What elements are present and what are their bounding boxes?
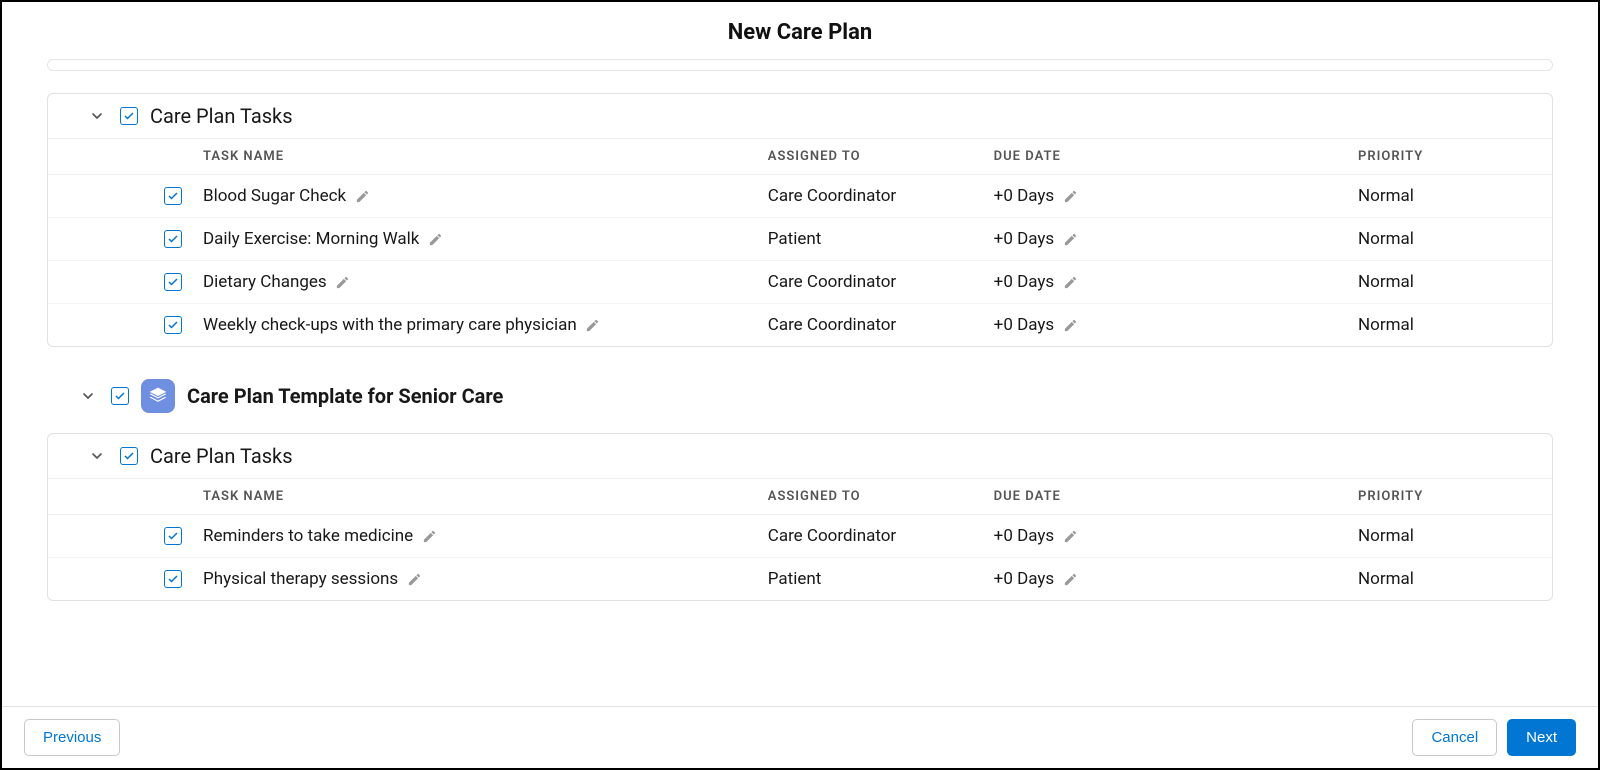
pencil-icon[interactable] xyxy=(585,317,601,333)
priority: Normal xyxy=(1358,526,1522,546)
assigned-to: Patient xyxy=(768,229,994,249)
task-name: Reminders to take medicine xyxy=(203,526,413,546)
priority: Normal xyxy=(1358,272,1522,292)
pencil-icon[interactable] xyxy=(335,274,351,290)
task-rows: Blood Sugar CheckCare Coordinator+0 Days… xyxy=(48,175,1552,346)
task-name: Physical therapy sessions xyxy=(203,569,398,589)
layers-icon xyxy=(141,379,175,413)
pencil-icon[interactable] xyxy=(1062,188,1078,204)
row-select-checkbox[interactable] xyxy=(164,187,182,205)
table-row: Blood Sugar Check Care Coordinator+0 Days… xyxy=(48,175,1552,218)
table-row: Weekly check-ups with the primary care p… xyxy=(48,304,1552,346)
section-select-checkbox[interactable] xyxy=(120,447,138,465)
table-row: Reminders to take medicine Care Coordinat… xyxy=(48,515,1552,558)
due-date: +0 Days xyxy=(994,272,1055,292)
cancel-button[interactable]: Cancel xyxy=(1412,719,1497,756)
assigned-to: Patient xyxy=(768,569,994,589)
col-priority: PRIORITY xyxy=(1358,489,1522,504)
section-title: Care Plan Tasks xyxy=(150,104,293,128)
task-name: Weekly check-ups with the primary care p… xyxy=(203,315,577,335)
section-header: Care Plan Tasks xyxy=(48,94,1552,139)
pencil-icon[interactable] xyxy=(1062,317,1078,333)
pencil-icon[interactable] xyxy=(421,528,437,544)
priority: Normal xyxy=(1358,186,1522,206)
assigned-to: Care Coordinator xyxy=(768,186,994,206)
row-select-checkbox[interactable] xyxy=(164,273,182,291)
template-header-senior-care: Care Plan Template for Senior Care xyxy=(47,369,1553,423)
task-name: Blood Sugar Check xyxy=(203,186,346,206)
table-row: Physical therapy sessions Patient+0 Days N… xyxy=(48,558,1552,600)
chevron-down-icon[interactable] xyxy=(86,445,108,467)
previous-card-fragment xyxy=(47,59,1553,71)
columns-header: TASK NAME ASSIGNED TO DUE DATE PRIORITY xyxy=(48,479,1552,515)
row-select-checkbox[interactable] xyxy=(164,570,182,588)
col-task-name: TASK NAME xyxy=(203,489,768,504)
chevron-down-icon[interactable] xyxy=(86,105,108,127)
pencil-icon[interactable] xyxy=(406,571,422,587)
pencil-icon[interactable] xyxy=(1062,231,1078,247)
task-rows: Reminders to take medicine Care Coordinat… xyxy=(48,515,1552,600)
priority: Normal xyxy=(1358,229,1522,249)
pencil-icon[interactable] xyxy=(1062,528,1078,544)
next-button[interactable]: Next xyxy=(1507,719,1576,756)
columns-header: TASK NAME ASSIGNED TO DUE DATE PRIORITY xyxy=(48,139,1552,175)
content-scroll[interactable]: Care Plan Tasks TASK NAME ASSIGNED TO DU… xyxy=(2,59,1598,706)
due-date: +0 Days xyxy=(994,569,1055,589)
template-select-checkbox[interactable] xyxy=(111,387,129,405)
priority: Normal xyxy=(1358,315,1522,335)
assigned-to: Care Coordinator xyxy=(768,526,994,546)
section-title: Care Plan Tasks xyxy=(150,444,293,468)
template-title: Care Plan Template for Senior Care xyxy=(187,384,503,408)
care-plan-tasks-card-2: Care Plan Tasks TASK NAME ASSIGNED TO DU… xyxy=(47,433,1553,601)
row-select-checkbox[interactable] xyxy=(164,230,182,248)
modal-footer: Previous Cancel Next xyxy=(2,706,1598,768)
section-header: Care Plan Tasks xyxy=(48,434,1552,479)
page-title: New Care Plan xyxy=(2,2,1598,59)
col-task-name: TASK NAME xyxy=(203,149,768,164)
due-date: +0 Days xyxy=(994,186,1055,206)
assigned-to: Care Coordinator xyxy=(768,315,994,335)
pencil-icon[interactable] xyxy=(1062,571,1078,587)
row-select-checkbox[interactable] xyxy=(164,527,182,545)
pencil-icon[interactable] xyxy=(1062,274,1078,290)
table-row: Dietary Changes Care Coordinator+0 Days No… xyxy=(48,261,1552,304)
care-plan-tasks-card-1: Care Plan Tasks TASK NAME ASSIGNED TO DU… xyxy=(47,93,1553,347)
priority: Normal xyxy=(1358,569,1522,589)
assigned-to: Care Coordinator xyxy=(768,272,994,292)
due-date: +0 Days xyxy=(994,526,1055,546)
col-due-date: DUE DATE xyxy=(994,149,1358,164)
table-row: Daily Exercise: Morning Walk Patient+0 Da… xyxy=(48,218,1552,261)
task-name: Dietary Changes xyxy=(203,272,327,292)
col-assigned-to: ASSIGNED TO xyxy=(768,149,994,164)
pencil-icon[interactable] xyxy=(354,188,370,204)
pencil-icon[interactable] xyxy=(427,231,443,247)
col-assigned-to: ASSIGNED TO xyxy=(768,489,994,504)
section-select-checkbox[interactable] xyxy=(120,107,138,125)
task-name: Daily Exercise: Morning Walk xyxy=(203,229,419,249)
col-priority: PRIORITY xyxy=(1358,149,1522,164)
due-date: +0 Days xyxy=(994,229,1055,249)
chevron-down-icon[interactable] xyxy=(77,385,99,407)
col-due-date: DUE DATE xyxy=(994,489,1358,504)
row-select-checkbox[interactable] xyxy=(164,316,182,334)
previous-button[interactable]: Previous xyxy=(24,719,120,756)
due-date: +0 Days xyxy=(994,315,1055,335)
